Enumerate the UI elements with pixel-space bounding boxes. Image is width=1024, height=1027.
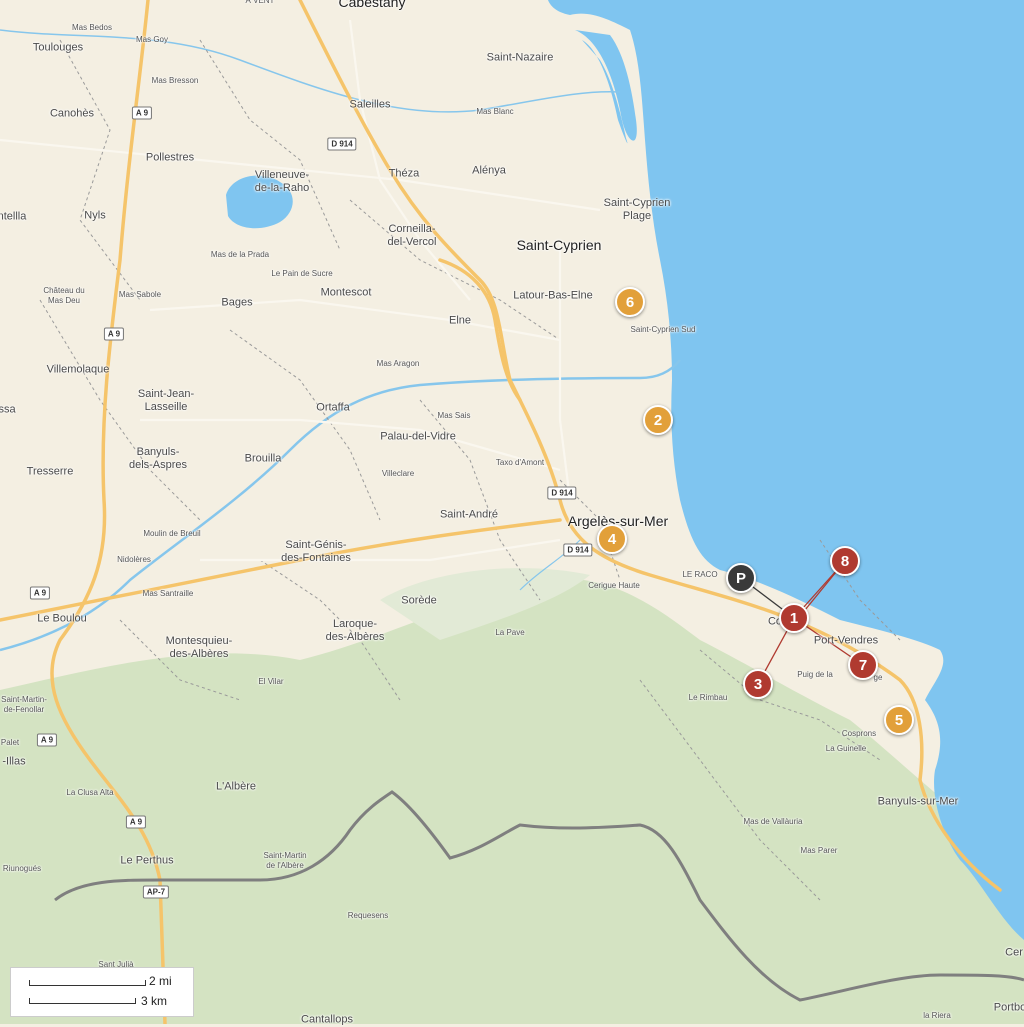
place-label: Nidolères bbox=[117, 555, 151, 564]
place-label: Le Perthus bbox=[120, 854, 174, 867]
place-label: Saint-Cyprien Plage bbox=[603, 197, 671, 222]
place-label: Mas Sabole bbox=[118, 290, 162, 299]
place-label: Mas de la Prada bbox=[210, 250, 270, 259]
scale-miles-label: 2 mi bbox=[149, 974, 172, 988]
marker-3[interactable]: 3 bbox=[743, 669, 773, 699]
place-label: Mas de Vallàuria bbox=[743, 817, 803, 826]
place-label: À VENT bbox=[245, 0, 275, 5]
place-label: Nyls bbox=[84, 209, 106, 222]
place-label: Cabestany bbox=[338, 0, 406, 10]
place-label: Villeclare bbox=[381, 469, 415, 478]
place-label: la Riera bbox=[923, 1011, 951, 1020]
place-label: Bages bbox=[221, 296, 253, 309]
place-label: Latour-Bas-Elne bbox=[513, 289, 593, 302]
place-label: Théza bbox=[388, 167, 420, 180]
place-label: Mas Bedos bbox=[71, 23, 113, 32]
place-label: Saleilles bbox=[349, 98, 391, 111]
marker-2[interactable]: 2 bbox=[643, 405, 673, 435]
place-label: LE RACO bbox=[682, 570, 718, 579]
place-label: Pollestres bbox=[145, 151, 195, 164]
place-label: Cerigue Haute bbox=[588, 581, 640, 590]
place-label: Mas Bresson bbox=[151, 76, 199, 85]
place-label: Villemolaque bbox=[46, 363, 110, 376]
scale-km-label: 3 km bbox=[141, 994, 168, 1008]
place-label: Riunogués bbox=[2, 864, 42, 873]
scale-bar-miles-line bbox=[29, 980, 146, 986]
place-label: ntellla bbox=[0, 210, 27, 223]
place-label: ssa bbox=[0, 403, 16, 416]
place-label: Saint-Martin- de-Fenollar bbox=[1, 695, 47, 714]
place-label: Banyuls-sur-Mer bbox=[877, 795, 959, 808]
place-label: Cer bbox=[1005, 946, 1023, 959]
place-label: Palet bbox=[0, 738, 20, 747]
place-label: Mas Sais bbox=[437, 411, 471, 420]
place-label: ge bbox=[873, 673, 883, 682]
place-label: Sorède bbox=[401, 594, 437, 607]
place-label: Banyuls- dels-Aspres bbox=[128, 446, 188, 471]
place-label: Château du Mas Deu bbox=[43, 286, 85, 305]
place-label: Taxo d'Amont bbox=[495, 458, 545, 467]
place-label: Laroque- des-Albères bbox=[325, 618, 385, 643]
marker-7[interactable]: 7 bbox=[848, 650, 878, 680]
place-label: Corneilla- del-Vercol bbox=[387, 223, 437, 248]
place-label: Le Rimbau bbox=[688, 693, 728, 702]
place-label: Saint-Cyprien bbox=[516, 237, 602, 253]
place-label: Saint-Nazaire bbox=[486, 51, 554, 64]
place-label: Brouilla bbox=[244, 452, 282, 465]
road-shield: A 9 bbox=[103, 327, 125, 341]
place-label: Mas Goy bbox=[135, 35, 169, 44]
place-label: Mas Aragon bbox=[376, 359, 420, 368]
place-label: Mas Parer bbox=[800, 846, 838, 855]
place-label: Moulin de Breuil bbox=[143, 529, 201, 538]
road-shield: A 9 bbox=[131, 106, 153, 120]
place-label: Puig de la bbox=[797, 670, 833, 679]
place-label: Portbo bbox=[993, 1001, 1024, 1014]
place-label: Saint-Jean- Lasseille bbox=[137, 388, 195, 413]
place-label: Saint-Cyprien Sud bbox=[630, 325, 696, 334]
marker-6[interactable]: 6 bbox=[615, 287, 645, 317]
place-label: La Guinelle bbox=[825, 744, 867, 753]
place-label: Port-Vendres bbox=[813, 634, 879, 647]
place-label: La Clusa Alta bbox=[66, 788, 114, 797]
place-label: La Pave bbox=[495, 628, 525, 637]
marker-8[interactable]: 8 bbox=[830, 546, 860, 576]
place-label: Saint-Martin de l'Albère bbox=[263, 851, 307, 870]
place-label: -Illas bbox=[2, 755, 26, 768]
place-label: Ortaffa bbox=[316, 401, 350, 414]
scale-bar-km-line bbox=[29, 998, 136, 1004]
marker-5[interactable]: 5 bbox=[884, 705, 914, 735]
place-label: L'Albère bbox=[215, 780, 257, 793]
place-label: Palau-del-Vidre bbox=[380, 430, 456, 443]
place-label: Montescot bbox=[320, 286, 372, 299]
road-shield: A 9 bbox=[36, 733, 58, 747]
road-shield: A 9 bbox=[29, 586, 51, 600]
place-label: Villeneuve- de-la-Raho bbox=[254, 169, 310, 194]
marker-P[interactable]: P bbox=[726, 563, 756, 593]
place-label: Tresserre bbox=[26, 465, 74, 478]
road-shield: D 914 bbox=[563, 543, 593, 557]
place-label: Alénya bbox=[472, 164, 506, 177]
place-label: Mas Blanc bbox=[476, 107, 514, 116]
road-shield: AP-7 bbox=[142, 885, 170, 899]
place-label: Cosprons bbox=[841, 729, 877, 738]
place-label: Saint-Génis- des-Fontaines bbox=[281, 539, 351, 564]
road-shield: A 9 bbox=[125, 815, 147, 829]
place-label: Canohès bbox=[49, 107, 95, 120]
place-label: Toulouges bbox=[32, 41, 84, 54]
marker-4[interactable]: 4 bbox=[597, 524, 627, 554]
place-label: Montesquieu- des-Albères bbox=[165, 635, 233, 660]
road-shield: D 914 bbox=[547, 486, 577, 500]
scale-bar: 2 mi 3 km bbox=[10, 967, 194, 1017]
place-label: Mas Santraille bbox=[142, 589, 194, 598]
place-label: Le Boulou bbox=[37, 612, 87, 625]
place-label: Elne bbox=[448, 314, 472, 327]
marker-1[interactable]: 1 bbox=[779, 603, 809, 633]
place-label: El Vilar bbox=[258, 677, 284, 686]
place-label: Cantallops bbox=[301, 1013, 353, 1026]
place-label: Requesens bbox=[347, 911, 389, 920]
road-shield: D 914 bbox=[327, 137, 357, 151]
place-label: Saint-André bbox=[439, 508, 499, 521]
place-label: Le Pain de Sucre bbox=[271, 269, 333, 278]
